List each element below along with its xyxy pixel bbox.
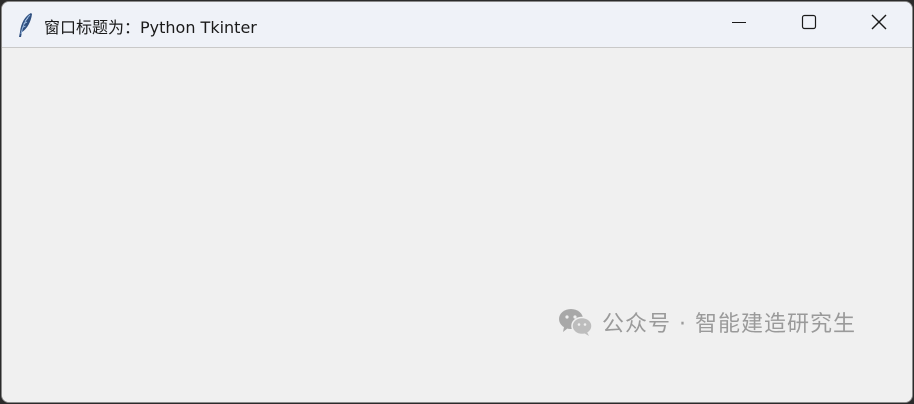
watermark: 公众号 · 智能建造研究生 xyxy=(558,305,856,339)
wechat-icon xyxy=(558,307,594,337)
feather-icon xyxy=(16,12,36,38)
maximize-icon xyxy=(801,14,817,35)
app-window: 窗口标题为：Python Tkinter 公众号 · 智能建造研究生 xyxy=(1,1,913,403)
minimize-button[interactable] xyxy=(704,2,774,47)
minimize-icon xyxy=(731,14,747,35)
title-bar[interactable]: 窗口标题为：Python Tkinter xyxy=(2,2,912,48)
close-button[interactable] xyxy=(844,2,912,47)
watermark-text: 公众号 · 智能建造研究生 xyxy=(602,312,856,337)
close-icon xyxy=(870,13,888,36)
window-client-area xyxy=(2,48,912,402)
maximize-button[interactable] xyxy=(774,2,844,47)
window-title: 窗口标题为：Python Tkinter xyxy=(44,18,257,37)
